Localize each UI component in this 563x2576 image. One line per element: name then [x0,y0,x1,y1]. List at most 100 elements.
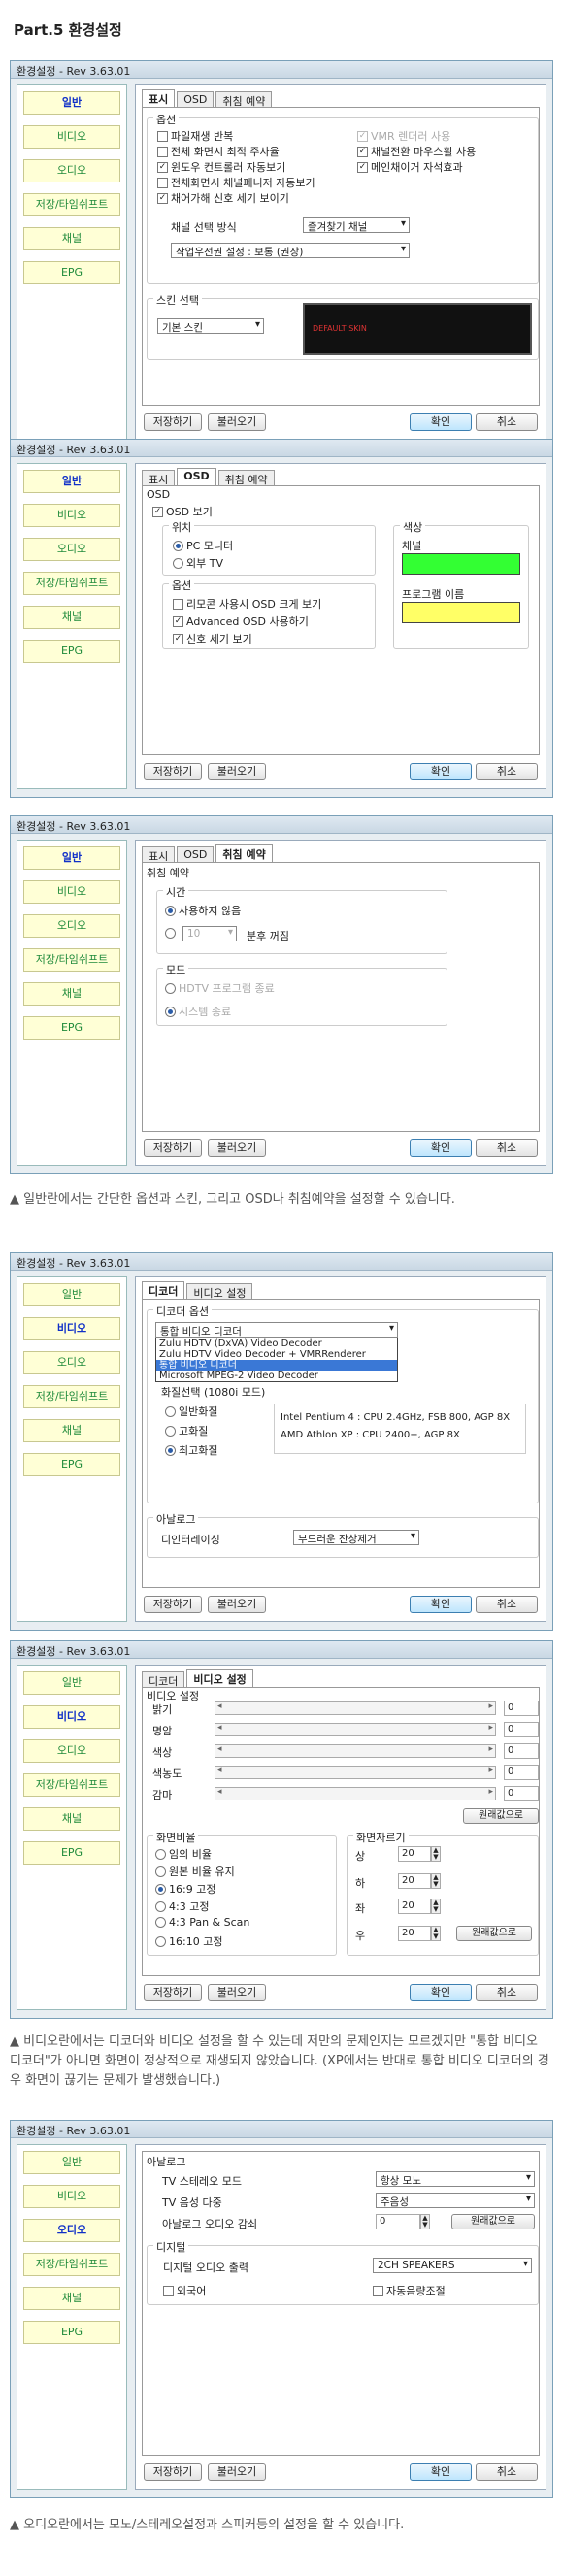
crop-right-spinner[interactable]: ▲ ▼ [431,1926,441,1941]
check-auto-volume[interactable]: 자동음량조절 [373,2283,446,2298]
ok-button[interactable]: 확인 [410,763,472,780]
nav-epg[interactable]: EPG [23,261,120,284]
radio-hdtv-exit[interactable]: HDTV 프로그램 종료 [165,980,275,996]
radio-ratio-4-3[interactable]: 4:3 고정 [155,1899,209,1914]
minutes-select[interactable]: 10 [182,926,237,941]
crop-top-value[interactable]: 20 [398,1846,431,1862]
nav-channel[interactable]: 채널 [23,2287,120,2310]
analog-volume-spinner[interactable]: ▲ ▼ [420,2214,430,2229]
decoder-option[interactable]: Zulu HDTV Video Decoder + VMRRenderer [156,1349,397,1360]
skin-select[interactable]: 기본 스킨 [157,318,264,334]
crop-right-value[interactable]: 20 [398,1926,431,1941]
nav-audio[interactable]: 오디오 [23,159,120,182]
radio-pc-monitor[interactable]: PC 모니터 [173,538,233,553]
radio-external-tv[interactable]: 외부 TV [173,555,223,571]
check-magnet[interactable]: ✓ 메인채이거 자석효과 [357,159,463,175]
cancel-button[interactable]: 취소 [476,2463,538,2481]
cancel-button[interactable]: 취소 [476,413,538,431]
radio-sleep-minutes[interactable] [165,928,176,939]
check-foreign-language[interactable]: 외국어 [163,2283,206,2298]
nav-video[interactable]: 비디오 [23,1317,120,1340]
nav-audio[interactable]: 오디오 [23,914,120,938]
nav-record[interactable]: 저장/타임쉬프트 [23,193,120,216]
nav-record[interactable]: 저장/타임쉬프트 [23,572,120,595]
gamma-slider[interactable] [215,1787,496,1800]
nav-record[interactable]: 저장/타임쉬프트 [23,1385,120,1408]
contrast-value[interactable]: 0 [504,1722,539,1737]
check-remote-osd[interactable]: 리모콘 사용시 OSD 크게 보기 [173,596,321,611]
hue-value[interactable]: 0 [504,1743,539,1759]
tab-osd[interactable]: OSD [177,846,215,862]
cancel-button[interactable]: 취소 [476,763,538,780]
nav-epg[interactable]: EPG [23,640,120,663]
decoder-select[interactable]: 통합 비디오 디코더 [155,1322,398,1338]
nav-general[interactable]: 일반 [23,1671,120,1695]
save-button[interactable]: 저장하기 [144,763,202,780]
check-signal-strength[interactable]: ✓ 신호 세기 보기 [173,631,252,646]
hue-slider[interactable] [215,1744,496,1758]
radio-quality-best[interactable]: 최고화질 [165,1442,217,1458]
tab-decoder[interactable]: 디코더 [142,1671,185,1688]
radio-ratio-original[interactable]: 원본 비율 유지 [155,1864,235,1879]
tab-sleep[interactable]: 취침 예약 [215,91,273,108]
nav-record[interactable]: 저장/타임쉬프트 [23,1773,120,1797]
save-button[interactable]: 저장하기 [144,413,202,431]
crop-left-value[interactable]: 20 [398,1899,431,1914]
radio-no-sleep[interactable]: 사용하지 않음 [165,903,241,918]
ok-button[interactable]: 확인 [410,1139,472,1157]
nav-video[interactable]: 비디오 [23,504,120,527]
save-button[interactable]: 저장하기 [144,1984,202,2001]
nav-epg[interactable]: EPG [23,1016,120,1040]
nav-audio[interactable]: 오디오 [23,1739,120,1763]
tab-osd[interactable]: OSD [177,468,216,485]
channel-color-swatch[interactable] [402,553,520,575]
volume-reset-button[interactable]: 원래값으로 [451,2214,535,2229]
load-button[interactable]: 불러오기 [208,1984,266,2001]
check-controller[interactable]: ✓ 윈도우 컨트롤러 자동보기 [157,159,285,175]
crop-top-spinner[interactable]: ▲ ▼ [431,1846,441,1862]
load-button[interactable]: 불러오기 [208,763,266,780]
tab-display[interactable]: 표시 [142,89,176,107]
load-button[interactable]: 불러오기 [208,2463,266,2481]
nav-epg[interactable]: EPG [23,2321,120,2344]
load-button[interactable]: 불러오기 [208,1139,266,1157]
nav-video[interactable]: 비디오 [23,880,120,904]
tv-stereo-select[interactable]: 항상 모노 [376,2171,535,2187]
nav-general[interactable]: 일반 [23,2151,120,2174]
check-vmr[interactable]: ✓ VMR 렌더러 사용 [357,128,450,144]
cancel-button[interactable]: 취소 [476,1984,538,2001]
crop-reset-button[interactable]: 원래값으로 [456,1926,532,1941]
check-osd-show[interactable]: ✓ OSD 보기 [152,504,213,519]
radio-quality-normal[interactable]: 일반화질 [165,1404,217,1419]
check-channel-manager[interactable]: 전체화면시 채널페니저 자동보기 [157,175,315,190]
radio-ratio-16-9[interactable]: 16:9 고정 [155,1881,215,1897]
brightness-slider[interactable] [215,1701,496,1715]
tab-sleep[interactable]: 취침 예약 [217,470,275,486]
digital-out-select[interactable]: 2CH SPEAKERS [373,2258,532,2273]
nav-record[interactable]: 저장/타임쉬프트 [23,2253,120,2276]
crop-bottom-spinner[interactable]: ▲ ▼ [431,1873,441,1889]
nav-channel[interactable]: 채널 [23,1807,120,1831]
ok-button[interactable]: 확인 [410,413,472,431]
nav-general[interactable]: 일반 [23,846,120,870]
check-repeat[interactable]: 파일재생 반복 [157,128,233,144]
analog-volume-value[interactable]: 0 [376,2214,420,2229]
nav-general[interactable]: 일반 [23,1283,120,1306]
load-button[interactable]: 불러오기 [208,1596,266,1613]
nav-general[interactable]: 일반 [23,91,120,115]
nav-channel[interactable]: 채널 [23,982,120,1006]
saturation-slider[interactable] [215,1766,496,1779]
load-button[interactable]: 불러오기 [208,413,266,431]
nav-audio[interactable]: 오디오 [23,538,120,561]
deinterlace-select[interactable]: 부드러운 잔상제거 [293,1530,419,1545]
ok-button[interactable]: 확인 [410,1596,472,1613]
ok-button[interactable]: 확인 [410,2463,472,2481]
nav-general[interactable]: 일반 [23,470,120,493]
tab-video-setting[interactable]: 비디오 설정 [186,1669,253,1687]
save-button[interactable]: 저장하기 [144,1596,202,1613]
priority-select[interactable]: 작업우선권 설정 : 보통 (권장) [171,243,410,258]
radio-ratio-16-10[interactable]: 16:10 고정 [155,1933,222,1949]
tab-sleep[interactable]: 취침 예약 [215,844,273,862]
nav-channel[interactable]: 채널 [23,227,120,250]
tab-display[interactable]: 표시 [142,846,176,863]
